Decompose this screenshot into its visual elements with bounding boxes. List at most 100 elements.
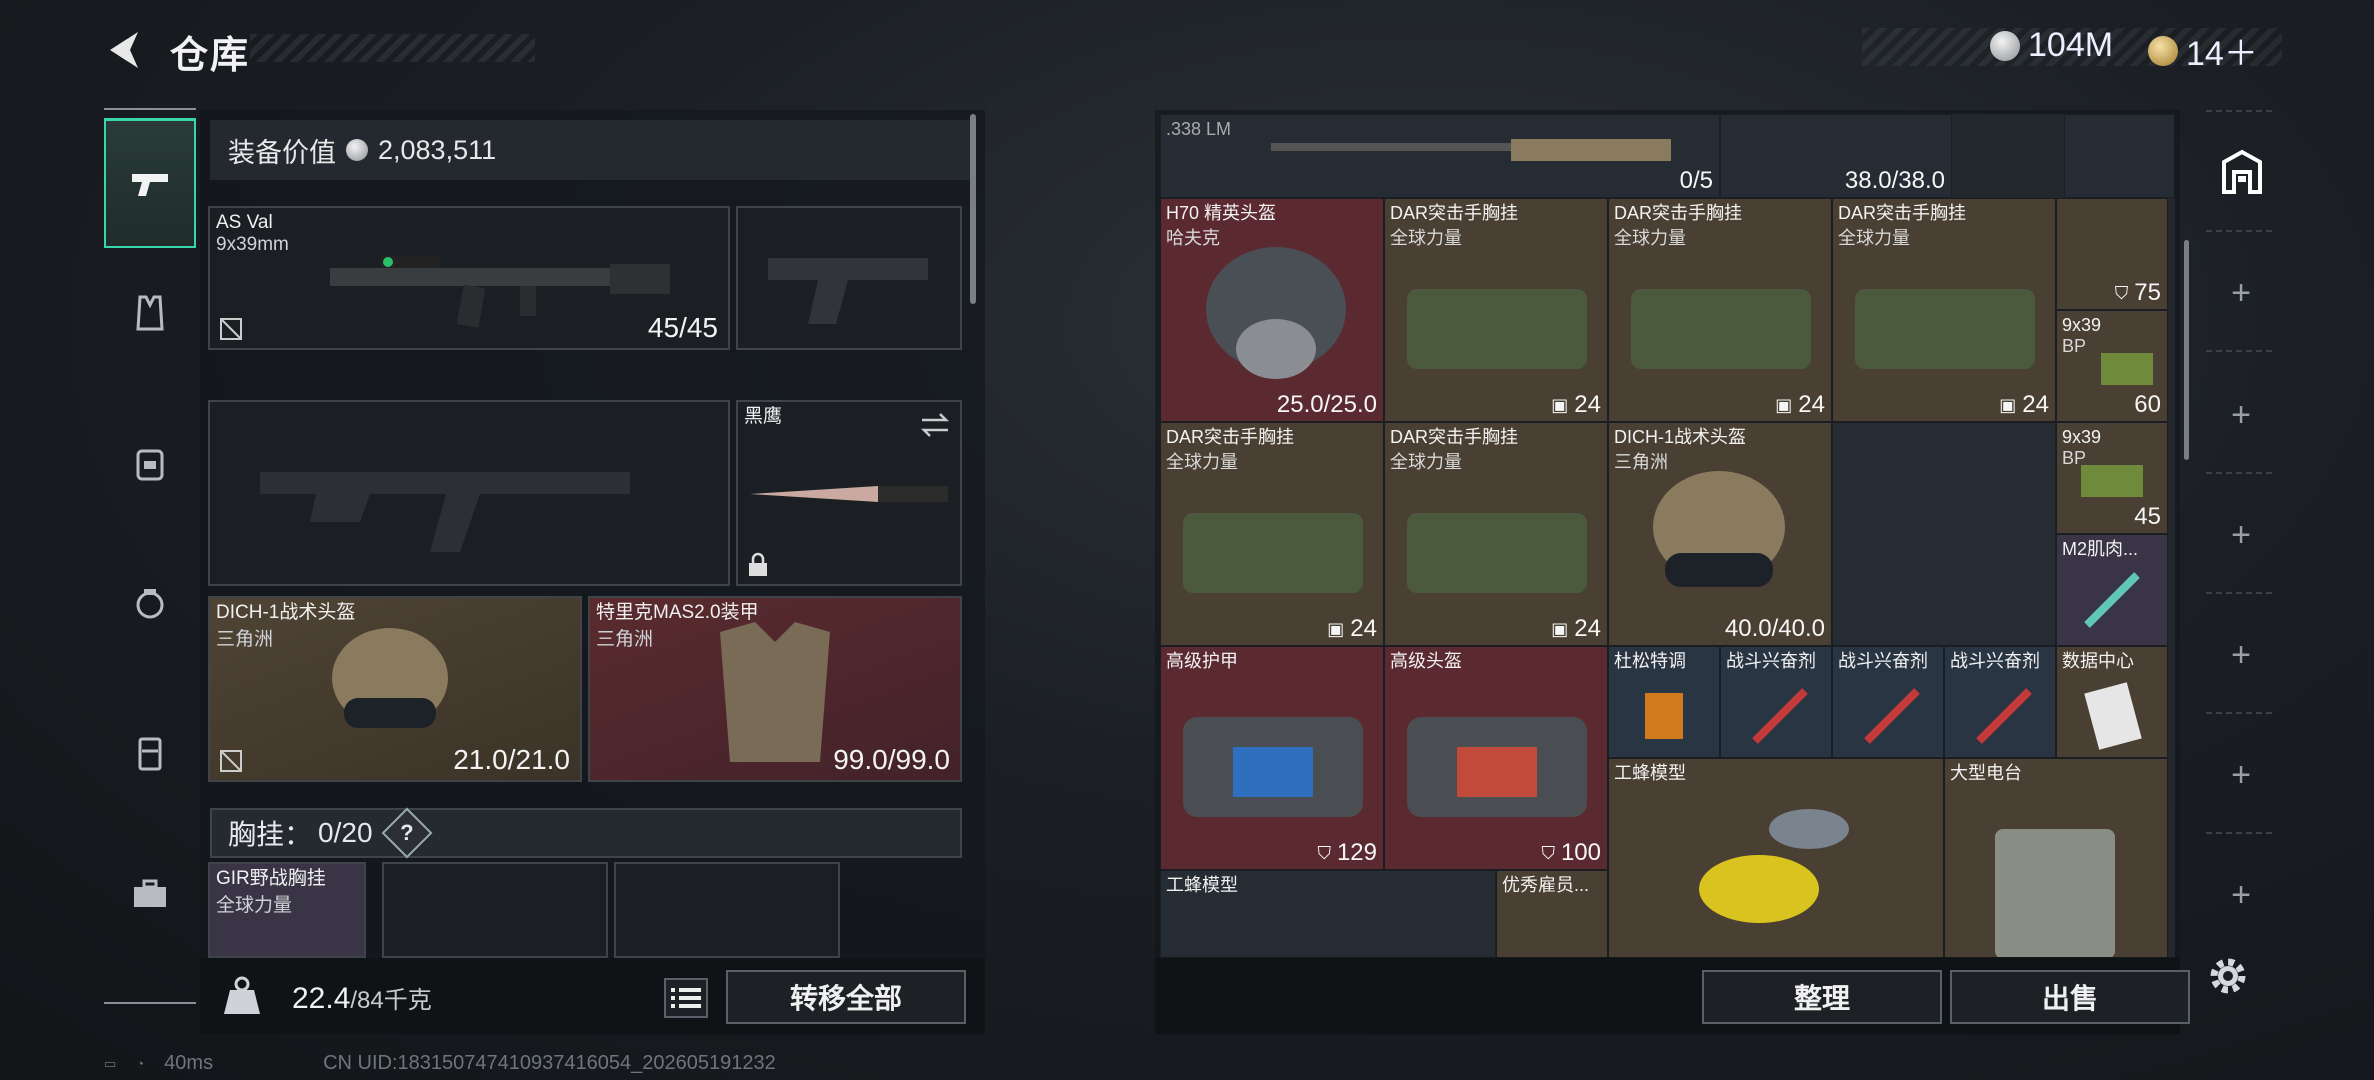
toolbox-icon (134, 879, 166, 907)
title-decoration (250, 34, 535, 62)
sidebar-item-toolbox[interactable] (104, 828, 196, 958)
storage-item[interactable]: ⛉ 75 (2056, 198, 2168, 310)
primary-weapon-durability: 45/45 (647, 312, 718, 343)
armor-faction: 三角洲 (596, 629, 654, 650)
storage-item[interactable]: 9x39 BP 60 (2056, 310, 2168, 422)
silver-coin-icon (346, 139, 368, 161)
drink-image (1645, 693, 1683, 739)
sidearm-slot[interactable] (736, 206, 962, 350)
add-container-button[interactable]: + (2196, 396, 2286, 435)
chest-empty-slot[interactable] (382, 862, 608, 958)
equipment-value-bar: 装备价值 2,083,511 (210, 120, 970, 180)
status-bar: ▭ ◔ 40ms CN UID:18315074741093741605​4_2… (104, 1052, 776, 1075)
storage-item[interactable]: 工蜂模型 (1160, 870, 1496, 957)
storage-item[interactable]: .338 LM 0/5 (1160, 114, 1720, 198)
storage-item[interactable]: 高级护甲 ⛉ 129 (1160, 646, 1384, 870)
storage-item[interactable]: 9x39 BP 45 (2056, 422, 2168, 534)
sniper-image (1271, 139, 1671, 161)
sell-button[interactable]: 出售 (1950, 970, 2190, 1024)
silver-coin-icon (1990, 30, 2020, 61)
sidebar-item-vest[interactable] (104, 248, 196, 378)
sidebar-item-weapons[interactable] (104, 118, 196, 248)
list-view-button[interactable] (664, 978, 708, 1018)
weight-max: /84千克 (350, 987, 432, 1014)
sidebar (104, 108, 196, 1008)
primary-weapon-name: AS Val (216, 212, 273, 233)
primary-weapon-slot[interactable]: AS Val 9x39mm 45/45 (208, 206, 730, 350)
add-container-button[interactable]: + (2196, 636, 2286, 675)
storage-scrollbar[interactable] (2184, 240, 2189, 460)
chest-rig-image (1183, 513, 1363, 593)
armor-bag-image (1183, 717, 1363, 817)
storage-item[interactable] (2064, 114, 2175, 198)
helmet-faction: 三角洲 (216, 629, 274, 650)
weight-current: 22.4 (292, 982, 351, 1015)
secondary-weapon-slot[interactable] (208, 400, 730, 586)
armor-durability: 99.0/99.0 (833, 744, 950, 775)
helmet-image (1206, 247, 1346, 379)
storage-item[interactable]: DAR突击手胸挂 全球力量 ▣ 24 (1384, 198, 1608, 422)
list-icon (671, 988, 701, 1008)
sidebar-item-pouch[interactable] (104, 538, 196, 668)
storage-item[interactable]: 数据中心 (2056, 646, 2168, 758)
armor-slot[interactable]: 特里克MAS2.0装甲 三角洲 99.0/99.0 (588, 596, 962, 782)
storage-item[interactable]: M2肌肉... (2056, 534, 2168, 646)
pistol-icon (132, 173, 168, 196)
ping-value: 40ms (164, 1052, 214, 1074)
storage-item[interactable]: 战斗兴奋剂 (1832, 646, 1944, 758)
sidebar-item-case[interactable] (104, 688, 196, 818)
helmet-slot[interactable]: DICH-1战术头盔 三角洲 21.0/21.0 (208, 596, 582, 782)
back-button[interactable] (100, 26, 148, 74)
silver-currency[interactable]: 104M (1990, 26, 2113, 65)
ammo-box-image (2101, 353, 2153, 385)
storage-item[interactable]: DAR突击手胸挂 全球力量 ▣ 24 (1384, 422, 1608, 646)
storage-item[interactable]: 大型电台 (1944, 758, 2168, 957)
storage-empty[interactable] (1832, 422, 2056, 646)
add-container-button[interactable]: + (2196, 876, 2286, 915)
storage-item[interactable]: 战斗兴奋剂 (1720, 646, 1832, 758)
help-icon[interactable]: ? (381, 807, 432, 859)
radio-image (1995, 829, 2115, 957)
vest-icon (136, 295, 164, 331)
chest-rig-capacity: 0/20 (318, 817, 373, 848)
equipment-scrollbar[interactable] (970, 114, 976, 304)
storage-room-icon[interactable] (2220, 148, 2264, 194)
melee-slot[interactable]: 黑鹰 (736, 400, 962, 586)
sort-button[interactable]: 整理 (1702, 970, 1942, 1024)
helmet-image (1653, 471, 1785, 587)
storage-item[interactable]: 优秀雇员... (1496, 870, 1608, 957)
storage-item[interactable]: 工蜂模型 (1608, 758, 1944, 957)
rail-divider (2206, 712, 2276, 714)
storage-item[interactable]: DAR突击手胸挂 全球力量 ▣ 24 (1608, 198, 1832, 422)
chest-rig-name: GIR野战胸挂 (216, 868, 326, 889)
sidebar-item-backpack[interactable] (104, 398, 196, 528)
storage-grid: .338 LM 0/5 38.0/38.0 H70 精英头盔 哈夫克 25.0/… (1160, 114, 2175, 957)
storage-item[interactable]: 38.0/38.0 (1720, 114, 1952, 198)
chest-rig-slot[interactable]: GIR野战胸挂 全球力量 (208, 862, 366, 958)
gold-currency[interactable]: 14＋ (2148, 26, 2258, 75)
injector-image (1752, 688, 1808, 744)
add-container-button[interactable]: + (2196, 756, 2286, 795)
melee-name: 黑鹰 (744, 406, 783, 427)
rail-divider (2206, 110, 2276, 112)
storage-item[interactable]: DAR突击手胸挂 全球力量 ▣ 24 (1160, 422, 1384, 646)
storage-item[interactable]: 高级头盔 ⛉ 100 (1384, 646, 1608, 870)
storage-item[interactable]: DICH-1战术头盔 三角洲 40.0/40.0 (1608, 422, 1832, 646)
storage-item[interactable]: 杜松特调 (1608, 646, 1720, 758)
add-container-button[interactable]: + (2196, 274, 2286, 313)
storage-item[interactable]: H70 精英头盔 哈夫克 25.0/25.0 (1160, 198, 1384, 422)
add-container-button[interactable]: + (2196, 516, 2286, 555)
container-rail: + + + + + + (2196, 110, 2286, 990)
storage-item[interactable]: 战斗兴奋剂 (1944, 646, 2056, 758)
rail-divider (2206, 230, 2276, 232)
settings-button[interactable] (2206, 954, 2250, 998)
equipment-value-label: 装备价值 (228, 137, 336, 168)
chest-rig-image (1407, 513, 1587, 593)
swap-icon[interactable] (920, 412, 950, 438)
chest-empty-slot[interactable] (614, 862, 840, 958)
storage-item[interactable]: DAR突击手胸挂 全球力量 ▣ 24 (1832, 198, 2056, 422)
chest-rig-image (1407, 289, 1587, 369)
user-uid: CN UID:18315074741093741605​4_2026051912… (323, 1052, 776, 1074)
no-insure-icon (220, 318, 242, 340)
transfer-all-button[interactable]: 转移全部 (726, 970, 966, 1024)
